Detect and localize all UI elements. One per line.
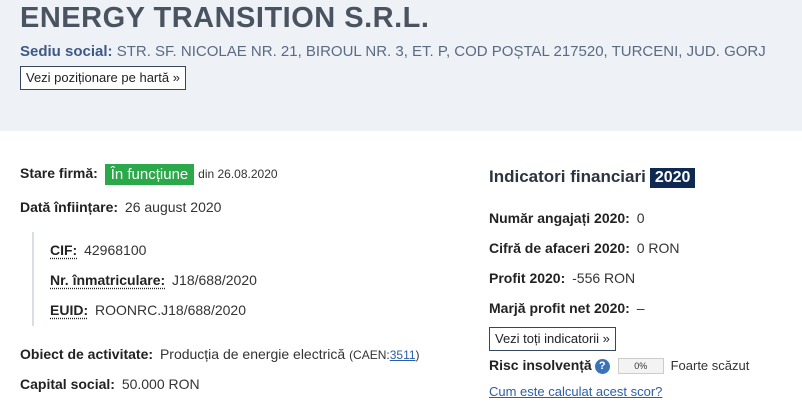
turnover-label: Cifră de afaceri 2020: [489,240,630,256]
capital-value: 50.000 RON [121,376,200,392]
risk-score-text: 0% [634,361,648,372]
founded-row: Dată înființare: 26 august 2020 [20,199,221,215]
registration-value: J18/688/2020 [172,272,257,288]
founded-value: 26 august 2020 [124,199,222,215]
activity-label: Obiect de activitate: [20,346,154,362]
employees-label: Număr angajați 2020: [489,210,630,226]
status-since: din 26.08.2020 [198,167,278,182]
euid-row: EUID: ROONRC.J18/688/2020 [50,302,246,318]
net-margin-value: – [636,300,645,316]
profit-row: Profit 2020: -556 RON [489,270,635,286]
capital-label: Capital social: [20,376,115,392]
status-badge: În funcțiune [104,164,195,185]
score-explanation-link[interactable]: Cum este calculat acest scor? [489,384,662,399]
turnover-row: Cifră de afaceri 2020: 0 RON [489,240,680,256]
registered-office-label: Sediu social: [20,43,113,60]
company-status-row: Stare firmă: În funcțiune din 26.08.2020 [20,164,278,185]
founded-label: Dată înființare: [20,199,119,215]
help-icon[interactable]: ? [594,358,610,374]
profit-value: -556 RON [572,270,636,286]
net-margin-row: Marjă profit net 2020: – [489,300,645,316]
caen-suffix: ) [415,348,420,362]
indicators-title-text: Indicatori financiari [489,167,646,186]
registered-office-value: STR. SF. NICOLAE NR. 21, BIROUL NR. 3, E… [116,43,766,60]
profit-label: Profit 2020: [489,270,566,286]
activity-value: Producția de energie electrică [159,346,346,362]
cif-row: CIF: 42968100 [50,242,146,258]
turnover-value: 0 RON [636,240,680,256]
net-margin-label: Marjă profit net 2020: [489,300,630,316]
insolvency-risk-row: Risc insolvență? 0% Foarte scăzut [489,357,750,375]
registration-row: Nr. înmatriculare: J18/688/2020 [50,272,257,288]
financial-indicators-title: Indicatori financiari 2020 [489,167,696,188]
caen-code-link[interactable]: 3511 [390,348,416,362]
insolvency-risk-label: Risc insolvență [489,357,592,373]
risk-level: Foarte scăzut [670,358,750,373]
registration-label[interactable]: Nr. înmatriculare: [50,272,165,288]
company-header: ENERGY TRANSITION S.R.L. Sediu social: S… [0,0,802,131]
activity-row: Obiect de activitate: Producția de energ… [20,346,420,362]
registered-office: Sediu social: STR. SF. NICOLAE NR. 21, B… [20,43,766,60]
employees-value: 0 [636,210,645,226]
euid-label[interactable]: EUID: [50,302,88,318]
caen-prefix: (CAEN: [349,348,390,362]
cif-value: 42968100 [84,242,147,258]
identifiers-divider [32,232,34,326]
company-name: ENERGY TRANSITION S.R.L. [20,2,430,34]
view-all-indicators-button[interactable]: Vezi toți indicatorii » [489,327,616,351]
indicators-year-badge: 2020 [649,168,696,188]
capital-row: Capital social: 50.000 RON [20,376,200,392]
risk-score-bar: 0% [617,358,664,375]
view-on-map-button[interactable]: Vezi poziționare pe hartă » [20,66,186,90]
status-label: Stare firmă: [20,165,98,182]
euid-value: ROONRC.J18/688/2020 [95,302,246,318]
cif-label[interactable]: CIF: [50,242,77,258]
employees-row: Număr angajați 2020: 0 [489,210,645,226]
